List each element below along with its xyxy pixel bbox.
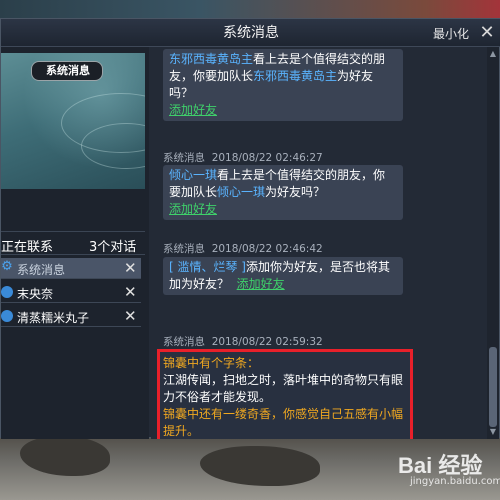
message-meta: 系统消息 2018/08/22 02:46:42 (163, 241, 323, 256)
minimize-button[interactable]: 最小化 (433, 25, 469, 42)
scrollbar-thumb[interactable] (489, 347, 497, 427)
conversation-item-user[interactable]: 清蒸糯米丸子 ✕ (1, 306, 141, 327)
player-name[interactable]: 倾心一琪 (169, 168, 217, 182)
player-name[interactable]: 东邪西毒黄岛主 (253, 69, 337, 83)
message-text: 为好友吗？ (265, 185, 326, 199)
close-conversation-button[interactable]: ✕ (124, 259, 137, 277)
message-time: 2018/08/22 02:46:27 (211, 152, 323, 164)
conversation-label: 系统消息 (17, 263, 66, 277)
scroll-down-icon[interactable]: ▼ (488, 427, 498, 437)
message-bubble: [ 滥情、烂琴 ]添加你为好友，是否也将其加为好友？ 添加好友 (163, 257, 403, 295)
message-bubble: 锦囊中有个字条： 江湖传闻，扫地之时，落叶堆中的奇物只有眼力不俗者才能发现。 锦… (163, 355, 407, 439)
add-friend-link[interactable]: 添加好友 (169, 202, 217, 216)
message-scrollbar[interactable]: ▲ ▼ (487, 47, 499, 439)
conversation-item-system[interactable]: ⚙ 系统消息 ✕ (1, 258, 141, 279)
message-time: 2018/08/22 02:46:42 (211, 243, 323, 255)
conversation-item-user[interactable]: 末央奈 ✕ (1, 282, 141, 303)
message-time: 2018/08/22 02:59:32 (211, 336, 323, 348)
message-meta: 系统消息 2018/08/22 02:46:27 (163, 150, 323, 165)
scene-rock (20, 436, 110, 476)
message-text: 江湖传闻，扫地之时，落叶堆中的奇物只有眼力不俗者才能发现。 (163, 373, 404, 404)
contacts-label: 正在联系 (1, 240, 54, 255)
message-bubble: 东邪西毒黄岛主看上去是个值得结交的朋友，你要加队长东邪西毒黄岛主为好友吗？ 添加… (163, 49, 403, 121)
window-title: 系统消息 (223, 25, 279, 41)
message-sender: 系统消息 (163, 243, 205, 255)
conversation-label: 清蒸糯米丸子 (17, 311, 90, 325)
title-bar: 系统消息 最小化 ✕ (1, 19, 500, 47)
note-heading: 锦囊中有个字条： (163, 356, 260, 370)
conversation-panel: 系统消息 正在联系 3个对话 ⚙ 系统消息 ✕ 末央奈 ✕ 清蒸糯米丸子 ✕ (1, 47, 149, 439)
close-conversation-button[interactable]: ✕ (124, 307, 137, 325)
header-banner: 系统消息 (1, 53, 145, 189)
contacts-bar: 正在联系 3个对话 (1, 231, 145, 255)
chat-bubble-icon (1, 286, 13, 298)
scroll-up-icon[interactable]: ▲ (488, 49, 498, 59)
header-label-badge: 系统消息 (31, 61, 103, 81)
message-sender: 系统消息 (163, 336, 205, 348)
close-window-button[interactable]: ✕ (475, 20, 499, 46)
gear-icon: ⚙ (1, 259, 13, 274)
watermark-url: jingyan.baidu.com (410, 476, 500, 487)
header-label: 系统消息 (46, 64, 90, 77)
close-conversation-button[interactable]: ✕ (124, 283, 137, 301)
player-name[interactable]: 东邪西毒黄岛主 (169, 52, 253, 66)
system-message-window: 系统消息 最小化 ✕ 系统消息 正在联系 3个对话 ⚙ 系统消息 ✕ 末央奈 ✕ (0, 18, 500, 439)
player-name[interactable]: [ 滥情、烂琴 ] (169, 260, 246, 274)
note-effect: 锦囊中还有一缕奇香，你感觉自己五感有小幅提升。 (163, 407, 404, 438)
highlighted-message: 锦囊中有个字条： 江湖传闻，扫地之时，落叶堆中的奇物只有眼力不俗者才能发现。 锦… (157, 349, 413, 439)
add-friend-link[interactable]: 添加好友 (169, 103, 217, 117)
message-meta: 系统消息 2018/08/22 02:59:32 (163, 334, 323, 349)
message-list: 东邪西毒黄岛主看上去是个值得结交的朋友，你要加队长东邪西毒黄岛主为好友吗？ 添加… (151, 47, 487, 439)
scene-rock (200, 446, 320, 486)
contacts-count: 3个对话 (89, 240, 137, 255)
chat-bubble-icon (1, 310, 13, 322)
add-friend-link[interactable]: 添加好友 (237, 277, 285, 291)
conversation-label: 末央奈 (17, 287, 54, 301)
message-bubble: 倾心一琪看上去是个值得结交的朋友，你要加队长倾心一琪为好友吗？ 添加好友 (163, 165, 403, 220)
message-sender: 系统消息 (163, 152, 205, 164)
player-name[interactable]: 倾心一琪 (217, 185, 265, 199)
